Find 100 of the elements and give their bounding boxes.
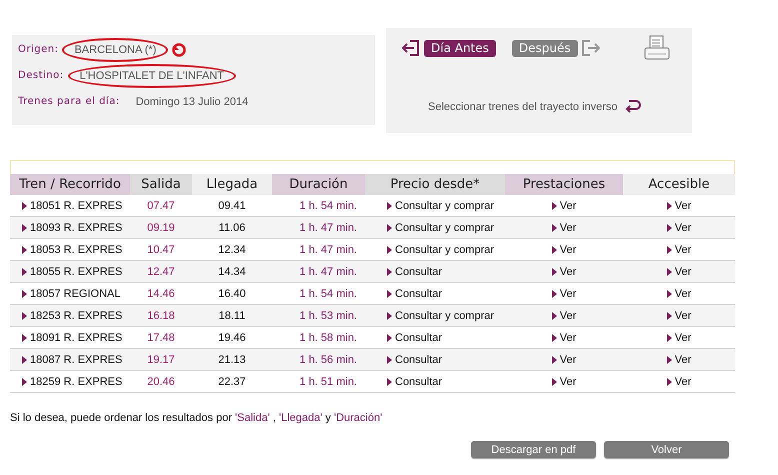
previous-day-button[interactable]: Día Antes [424,40,496,56]
departure-cell-text: 09.19 [146,222,176,234]
train-link[interactable]: 18259 R. EXPRES [10,376,122,388]
triangle-icon [552,378,557,386]
arrival-cell-text: 14.34 [217,266,247,278]
duration-cell-text: 1 h. 47 min. [298,266,358,278]
column-header[interactable]: Precio desde* [365,174,505,195]
triangle-icon [552,224,557,232]
train-link[interactable]: 18087 R. EXPRES [10,354,122,366]
accessible-link[interactable]: Ver [666,266,692,278]
triangle-icon [552,290,557,298]
departure-cell-text: 12.47 [146,266,176,278]
train-link[interactable]: 18091 R. EXPRES [10,332,122,344]
triangle-icon [22,224,27,232]
field-label: Trenes para el día: [18,96,120,107]
field-label: Destino: [18,70,64,81]
column-header[interactable]: Prestaciones [505,174,623,195]
printer-icon[interactable] [644,35,670,61]
arrival-cell-text: 11.06 [218,222,246,234]
next-day-button[interactable]: Después [512,40,578,56]
duration-cell-text: 1 h. 54 min. [298,288,358,300]
services-link[interactable]: Ver [552,222,576,234]
services-link[interactable]: Ver [552,288,576,300]
services-link[interactable]: Ver [552,332,576,344]
train-link[interactable]: 18053 R. EXPRES [10,244,122,256]
triangle-icon [666,356,672,364]
services-link[interactable]: Ver [552,266,576,278]
field-value: L'HOSPITALET DE L'INFANT [78,70,226,82]
accessible-link[interactable]: Ver [666,244,692,256]
price-link[interactable]: Consultar y comprar [365,310,494,322]
services-link[interactable]: Ver [552,376,576,388]
triangle-icon [666,378,672,386]
triangle-icon [387,378,392,386]
services-link[interactable]: Ver [552,310,576,322]
accessible-link[interactable]: Ver [666,200,692,212]
sort-link[interactable]: 'Duración' [334,412,382,424]
triangle-icon [552,246,557,254]
triangle-icon [387,290,392,298]
triangle-icon [552,312,557,320]
train-link[interactable]: 18057 REGIONAL [10,288,120,300]
price-link[interactable]: Consultar [365,332,442,344]
accessible-link[interactable]: Ver [666,288,692,300]
train-link[interactable]: 18253 R. EXPRES [10,310,122,322]
price-link[interactable]: Consultar y comprar [365,200,494,212]
price-link[interactable]: Consultar [365,288,442,300]
column-header[interactable]: Tren / Recorrido [10,174,130,195]
price-link[interactable]: Consultar [365,376,442,388]
price-link[interactable]: Consultar y comprar [365,244,494,256]
triangle-icon [387,268,392,276]
column-header[interactable]: Llegada [192,174,272,195]
triangle-icon [666,246,672,254]
triangle-icon [387,246,392,254]
price-link[interactable]: Consultar [365,354,442,366]
return-arrow-icon[interactable] [624,99,642,115]
triangle-icon [22,202,27,210]
accessible-link[interactable]: Ver [666,222,692,234]
price-link[interactable]: Consultar y comprar [365,222,494,234]
accessible-link[interactable]: Ver [666,310,692,322]
column-header[interactable]: Duración [272,174,365,195]
triangle-icon [22,378,27,386]
accessible-link[interactable]: Ver [666,332,692,344]
arrival-cell-text: 21.13 [217,354,247,366]
triangle-icon [387,312,392,320]
triangle-icon [666,224,672,232]
download-pdf-button[interactable]: Descargar en pdf [471,441,596,458]
price-link[interactable]: Consultar [365,266,442,278]
column-header[interactable]: Salida [130,174,192,195]
reverse-trip-link[interactable]: Seleccionar trenes del trayecto inverso [428,101,618,113]
triangle-icon [387,202,392,210]
train-link[interactable]: 18051 R. EXPRES [10,200,122,212]
back-button[interactable]: Volver [604,441,729,458]
triangle-icon [552,334,557,342]
arrival-cell-text: 18.11 [218,310,246,322]
exit-arrow-icon[interactable] [402,40,420,56]
triangle-icon [666,202,672,210]
departure-cell-text: 19.17 [146,354,176,366]
departure-cell-text: 20.46 [146,376,176,388]
sort-link[interactable]: 'Salida' [235,412,270,424]
sort-note: Si lo desea, puede ordenar los resultados por 'Salida' , 'Llegada' y 'Duración' [10,412,384,424]
departure-cell-text: 14.46 [146,288,176,300]
triangle-icon [387,334,392,342]
triangle-icon [666,334,672,342]
services-link[interactable]: Ver [552,200,576,212]
triangle-icon [387,224,392,232]
triangle-icon [387,356,392,364]
swap-icon[interactable] [172,42,186,56]
triangle-icon [22,290,27,298]
train-link[interactable]: 18055 R. EXPRES [10,266,122,278]
arrival-cell-text: 09.41 [217,200,247,212]
column-header[interactable]: Accesible [623,174,735,195]
accessible-link[interactable]: Ver [666,376,692,388]
services-link[interactable]: Ver [552,354,576,366]
sort-link[interactable]: 'Llegada' [279,412,322,424]
triangle-icon [552,268,557,276]
accessible-link[interactable]: Ver [666,354,692,366]
field-label: Origen: [18,44,58,55]
duration-cell-text: 1 h. 58 min. [298,332,358,344]
services-link[interactable]: Ver [552,244,576,256]
duration-cell-text: 1 h. 47 min. [298,244,358,256]
train-link[interactable]: 18093 R. EXPRES [10,222,122,234]
